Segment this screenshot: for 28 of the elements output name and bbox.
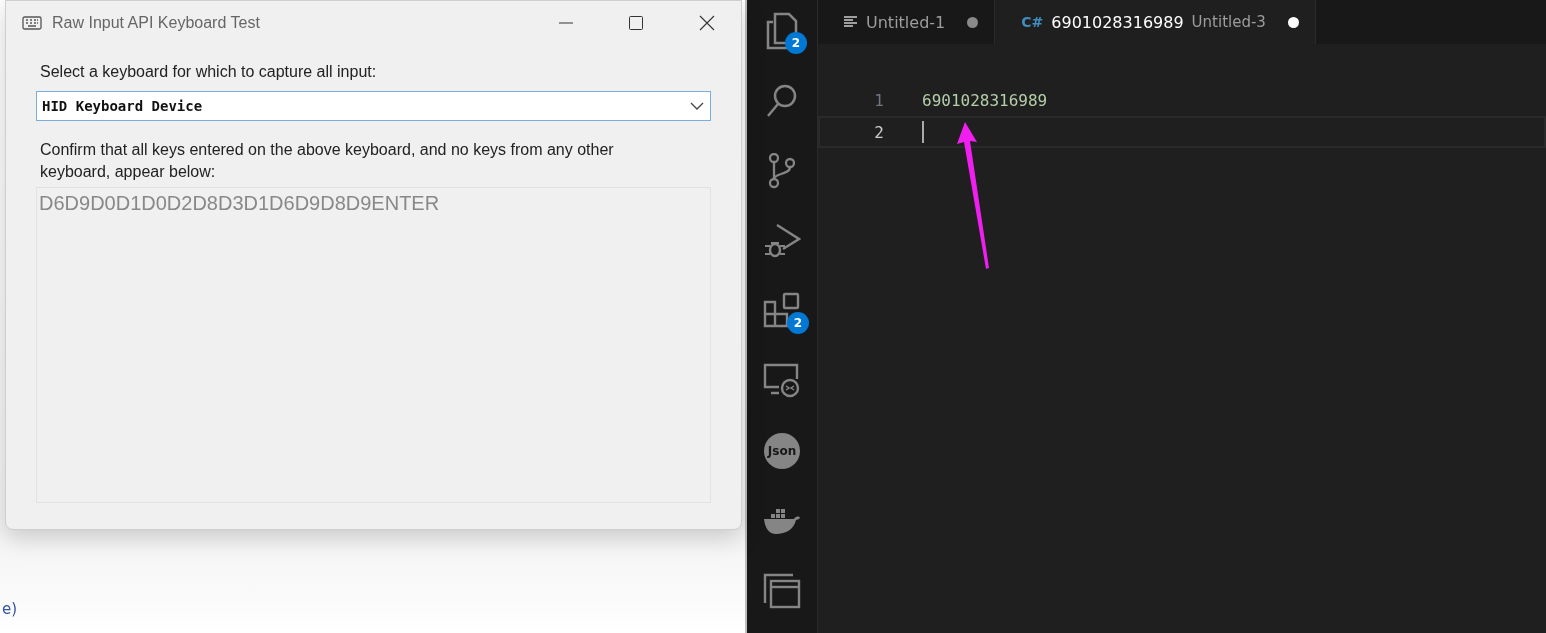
extensions-icon[interactable]: [763, 292, 801, 330]
source-control-icon[interactable]: [766, 153, 798, 189]
window-title: Raw Input API Keyboard Test: [52, 14, 260, 32]
close-button[interactable]: [699, 15, 715, 31]
count-badge: 2: [787, 312, 809, 334]
line-number: 2: [873, 122, 884, 142]
text-cursor: [922, 121, 924, 143]
whale-icon[interactable]: [763, 507, 801, 535]
keyboard-dropdown[interactable]: HID Keyboard Device: [36, 91, 711, 121]
debug-icon[interactable]: [763, 222, 801, 260]
code-text: 6901028316989: [922, 90, 1048, 110]
maximize-button[interactable]: [629, 16, 643, 30]
json-icon[interactable]: Json: [764, 433, 800, 469]
select-label: Select a keyboard for which to capture all input:: [40, 63, 378, 81]
captured-keys-text: D6D9D0D1D0D2D8D3D1D6D9D8D9ENTER: [39, 192, 440, 214]
background-text: e): [2, 600, 18, 618]
text-file-icon: [844, 16, 858, 28]
count-badge: 2: [785, 32, 807, 54]
files-icon[interactable]: [765, 12, 799, 50]
keyboard-icon: [22, 16, 42, 30]
editor-tab[interactable]: C# 6901028316989 Untitled-3: [995, 0, 1316, 44]
search-icon[interactable]: [765, 83, 799, 119]
instruction-text: Confirm that all keys entered on the above keyboard, and no keys from any other keyboard, appear below:: [40, 140, 615, 182]
csharp-icon: C#: [1021, 14, 1044, 30]
line-number: 1: [873, 90, 884, 110]
chevron-icon: [690, 102, 704, 110]
windows-icon[interactable]: [763, 573, 801, 609]
remote-explorer-icon[interactable]: [763, 363, 801, 399]
